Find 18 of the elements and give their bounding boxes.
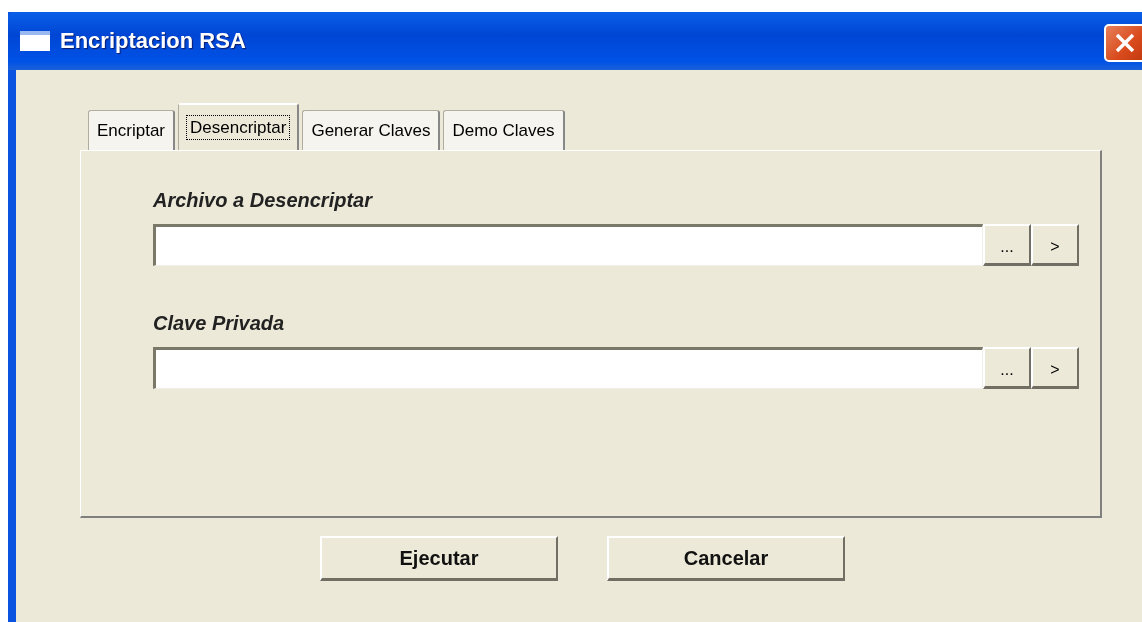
- dialog-button[interactable]: Ejecutar: [320, 536, 558, 581]
- input-field[interactable]: [153, 224, 983, 266]
- input-field[interactable]: [153, 347, 983, 389]
- close-button[interactable]: [1104, 24, 1142, 62]
- tab[interactable]: Encriptar: [88, 110, 176, 150]
- dialog-button[interactable]: Cancelar: [607, 536, 845, 581]
- window-title: Encriptacion RSA: [60, 28, 246, 54]
- close-icon: [1114, 32, 1136, 54]
- tab[interactable]: Generar Claves: [302, 110, 441, 150]
- browse-button[interactable]: ...: [983, 224, 1031, 266]
- go-button[interactable]: >: [1031, 347, 1079, 389]
- window-icon: [20, 31, 50, 51]
- browse-button[interactable]: ...: [983, 347, 1031, 389]
- field-label: Clave Privada: [153, 312, 285, 336]
- go-button[interactable]: >: [1031, 224, 1079, 266]
- field-label: Archivo a Desencriptar: [153, 189, 372, 213]
- tab[interactable]: Demo Claves: [443, 110, 565, 150]
- tab[interactable]: Desencriptar: [178, 103, 300, 150]
